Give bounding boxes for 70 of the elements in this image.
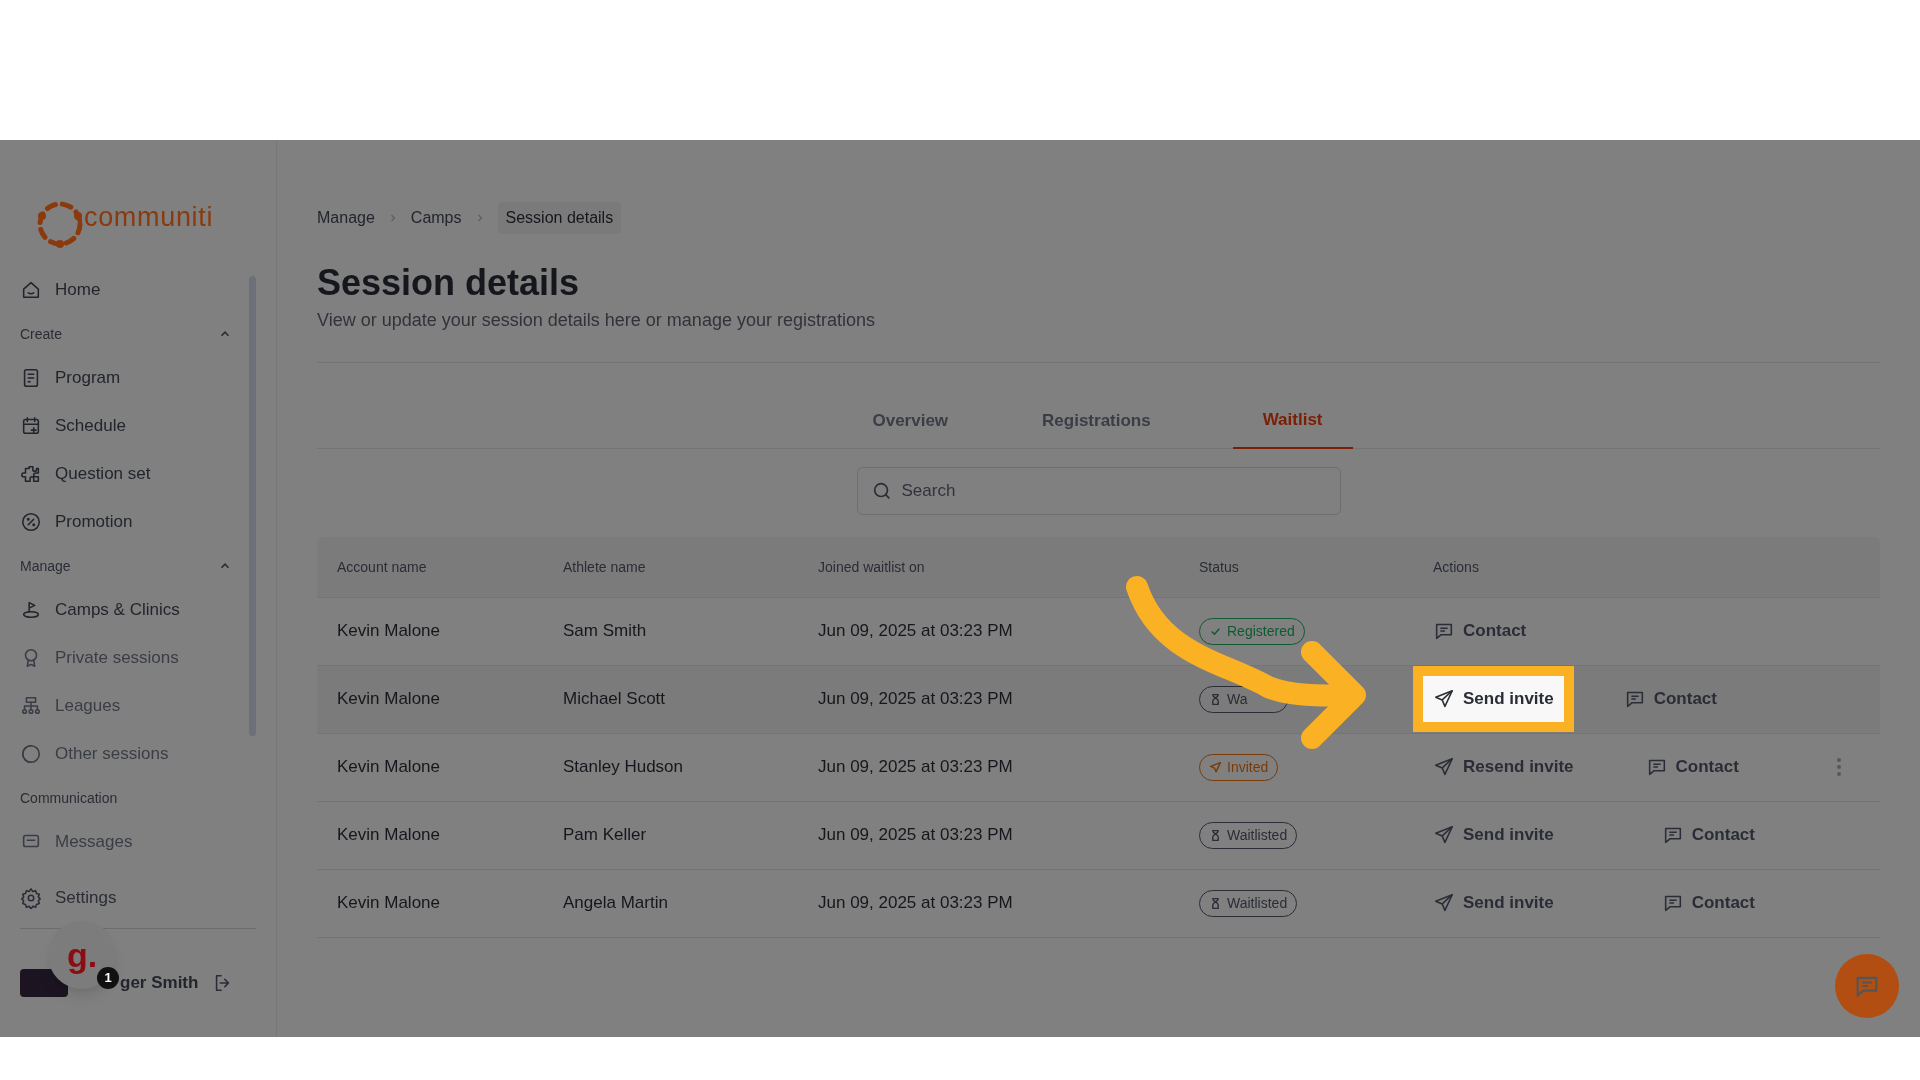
nav-item[interactable]: Messages [20,818,236,866]
nav-item[interactable]: Question set [20,450,236,498]
hourglass-icon [1209,896,1222,910]
hourglass-icon [1209,828,1222,842]
circle-icon [20,743,42,765]
nav-item[interactable]: Other sessions [20,730,236,778]
section-label: Create [20,324,63,344]
send-icon [1209,760,1222,774]
nav-item[interactable]: Private sessions [20,634,236,682]
settings-icon [20,887,42,909]
contact-button[interactable]: Contact [1433,618,1527,644]
nav-item[interactable]: Promotion [20,498,236,546]
contact-button[interactable]: Contact [1623,686,1717,712]
percent-icon [20,511,42,533]
table-cell: Kevin Malone [337,689,440,709]
calendar-icon [20,415,42,437]
nav-item[interactable]: Home [20,266,236,314]
search-field[interactable]: Search [856,466,1341,515]
nav-item[interactable]: Camps & Clinics [20,586,236,634]
send-icon [1433,688,1455,710]
table-cell: Jun 09, 2025 at 03:23 PM [818,757,1013,777]
contact-button[interactable]: Contact [1661,822,1755,848]
user-name: ger Smith [120,972,199,995]
table-cell: Pam Keller [563,825,647,845]
table-cell: Jun 09, 2025 at 03:23 PM [818,689,1013,709]
settings-nav-item[interactable]: Settings [20,878,256,918]
logo-text: communiti [84,200,214,234]
send-invite-button[interactable]: Resend invite [1433,754,1574,780]
column-header: Athlete name [563,558,646,575]
page-subtitle: View or update your session details here or manage your registrations [317,309,876,332]
table-cell: Kevin Malone [337,757,440,777]
nav-item[interactable]: Program [20,354,236,402]
home-icon [20,279,42,301]
table-cell: Jun 09, 2025 at 03:23 PM [818,825,1013,845]
breadcrumb-link[interactable]: Manage [317,206,375,230]
section-label: Communication [20,788,118,808]
table-cell: Angela Martin [563,893,668,913]
hierarchy-icon [20,695,42,717]
table-cell: Kevin Malone [337,621,440,641]
tab[interactable]: Overview [860,407,961,448]
column-header: Joined waitlist on [818,558,925,575]
send-invite-button[interactable]: Send invite [1433,890,1554,916]
column-header: Account name [337,558,427,575]
notification-badge: 1 [97,967,119,989]
send-icon [1433,824,1455,846]
breadcrumb-link[interactable]: Camps [410,206,462,230]
tab[interactable]: Waitlist [1232,407,1353,449]
breadcrumb-link[interactable]: Session details [497,202,622,234]
puzzle-icon [20,463,42,485]
table-cell: Jun 09, 2025 at 03:23 PM [818,893,1013,913]
flag-icon [20,599,42,621]
page-title: Session details [317,261,581,305]
contact-button[interactable]: Contact [1661,890,1755,916]
contact-button[interactable]: Contact [1645,754,1739,780]
send-icon [1433,756,1455,778]
table-cell: Jun 09, 2025 at 03:23 PM [818,621,1013,641]
table-cell: Kevin Malone [337,893,440,913]
column-header: Status [1199,558,1239,575]
send-icon [1433,892,1455,914]
table-cell: Sam Smith [563,621,647,641]
nav-item[interactable]: Schedule [20,402,236,450]
table-cell: Kevin Malone [337,825,440,845]
tab[interactable]: Registrations [1030,407,1163,448]
table-cell: Stanley Hudson [563,757,684,777]
table-cell: Michael Scott [563,689,666,709]
send-invite-button[interactable]: Send invite [1433,822,1554,848]
section-label: Manage [20,556,71,576]
nav-item[interactable]: Leagues [20,682,236,730]
column-header: Actions [1433,558,1479,575]
hourglass-icon [1209,692,1222,706]
